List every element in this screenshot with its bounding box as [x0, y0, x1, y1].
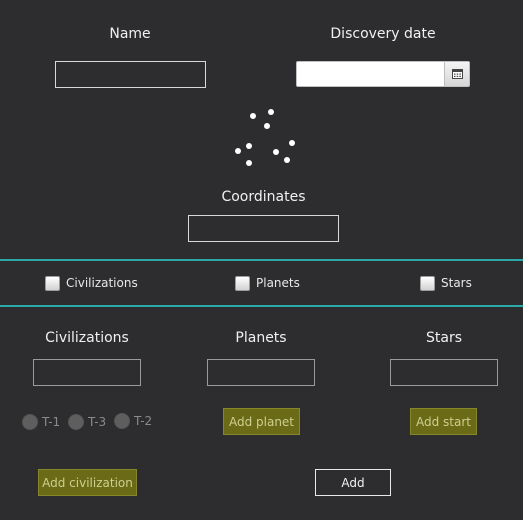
spinner-dot — [284, 157, 290, 163]
civilizations-title: Civilizations — [45, 330, 129, 346]
add-planet-button[interactable]: Add planet — [223, 408, 300, 435]
add-button[interactable]: Add — [315, 469, 391, 496]
civilizations-checkbox[interactable] — [45, 276, 60, 291]
spinner-dot — [273, 149, 279, 155]
radio-t3[interactable] — [68, 414, 84, 430]
radio-t2-label[interactable]: T-2 — [134, 414, 152, 428]
spinner-dot — [250, 113, 256, 119]
bottom-divider — [0, 305, 523, 307]
spinner-dot — [268, 109, 274, 115]
calendar-icon — [451, 69, 463, 79]
top-divider — [0, 259, 523, 261]
stars-checkbox[interactable] — [420, 276, 435, 291]
spinner-dot — [264, 123, 270, 129]
coordinates-label: Coordinates — [221, 189, 306, 205]
name-input[interactable] — [55, 61, 206, 88]
star-input[interactable] — [390, 359, 498, 386]
add-civilization-button[interactable]: Add civilization — [38, 469, 137, 496]
spinner-dot — [289, 140, 295, 146]
spinner-dot — [246, 143, 252, 149]
discovery-date-label: Discovery date — [330, 26, 436, 42]
planets-title: Planets — [235, 330, 287, 346]
stars-title: Stars — [425, 330, 462, 346]
civilization-input[interactable] — [33, 359, 141, 386]
name-label: Name — [109, 26, 151, 42]
loading-spinner-icon — [230, 106, 300, 170]
planets-checkbox-label[interactable]: Planets — [256, 276, 300, 290]
radio-t1-label[interactable]: T-1 — [42, 415, 60, 429]
discovery-date-picker[interactable] — [296, 61, 470, 87]
stars-checkbox-label[interactable]: Stars — [441, 276, 472, 290]
coordinates-input[interactable] — [188, 215, 339, 242]
planets-checkbox[interactable] — [235, 276, 250, 291]
planet-input[interactable] — [207, 359, 315, 386]
spinner-dot — [246, 160, 252, 166]
spinner-dot — [235, 148, 241, 154]
add-star-button[interactable]: Add start — [410, 408, 477, 435]
radio-t3-label[interactable]: T-3 — [88, 415, 106, 429]
radio-t2[interactable] — [114, 413, 130, 429]
calendar-button[interactable] — [444, 62, 469, 86]
radio-t1[interactable] — [22, 414, 38, 430]
civilizations-checkbox-label[interactable]: Civilizations — [66, 276, 138, 290]
